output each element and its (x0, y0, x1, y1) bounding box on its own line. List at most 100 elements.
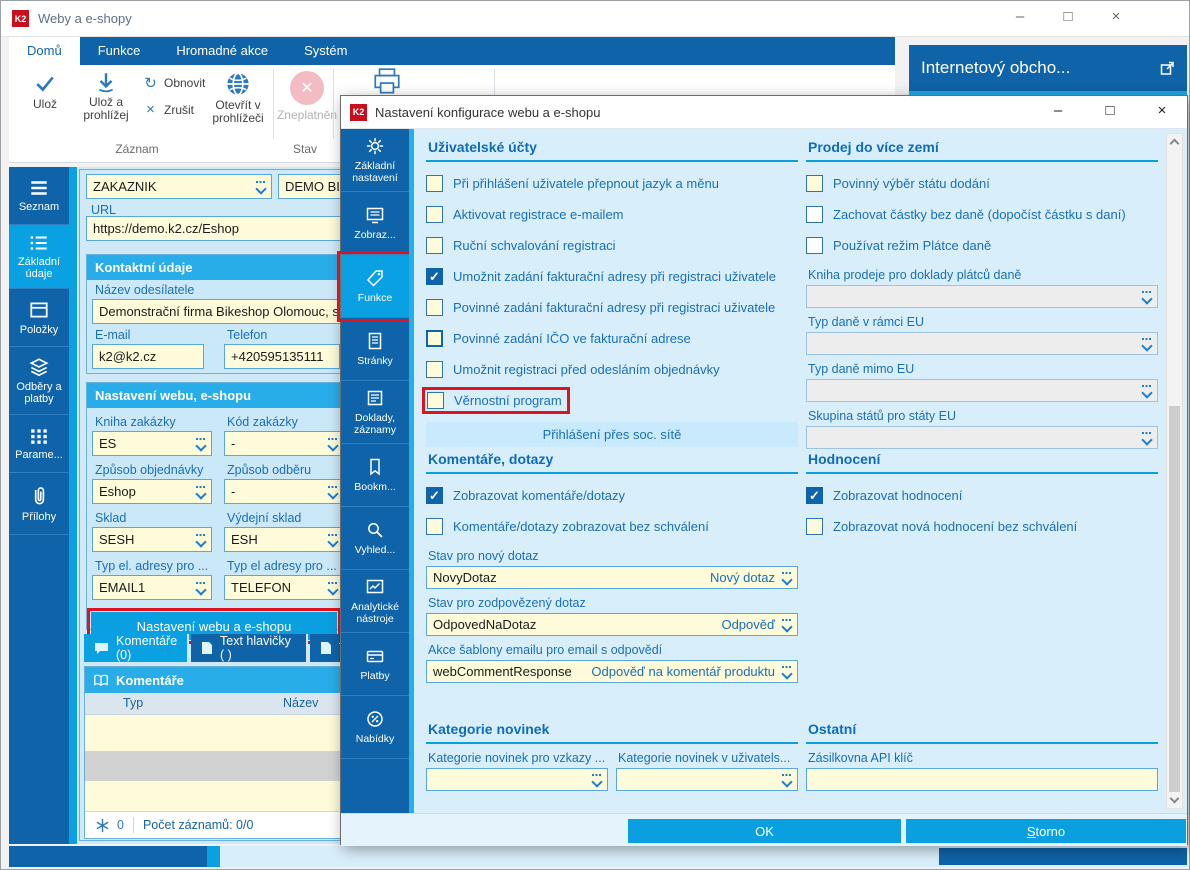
x-icon: × (146, 101, 155, 118)
tab-text-hlavicky[interactable]: Text hlavičky ( ) (191, 634, 308, 662)
status-bar-segment (9, 846, 207, 867)
sidebar-item-polozky[interactable]: Položky (9, 289, 69, 347)
checkbox-checked[interactable] (426, 487, 443, 504)
dialog-nav-vyhledavani[interactable]: Vyhled... (341, 507, 409, 570)
sidebar-item-seznam[interactable]: Seznam (9, 167, 69, 225)
save-and-view-button[interactable]: Ulož a prohlížej (77, 71, 135, 122)
checkbox-checked[interactable] (426, 268, 443, 285)
dropdown-icon[interactable] (590, 773, 603, 786)
dropdown-icon[interactable] (194, 581, 207, 594)
checkbox-checked[interactable] (806, 487, 823, 504)
dropdown-icon[interactable] (254, 180, 267, 193)
section-title: Prodej do více zemí (806, 135, 1158, 162)
checkbox[interactable] (426, 299, 443, 316)
close-button[interactable]: × (1105, 8, 1127, 25)
customer-combo[interactable]: ZAKAZNIK (86, 174, 272, 199)
arrow-down-icon (95, 71, 117, 93)
refresh-button[interactable]: ↻ Obnovit (143, 74, 205, 92)
dropdown-icon[interactable] (194, 533, 207, 546)
dropdown-icon[interactable] (326, 485, 339, 498)
scroll-up-arrow[interactable] (1168, 135, 1181, 149)
checkbox[interactable] (426, 361, 443, 378)
sidebar-item-parametry[interactable]: Parame... (9, 415, 69, 473)
dropdown-icon[interactable] (326, 581, 339, 594)
maximize-button[interactable]: □ (1057, 8, 1079, 25)
section-hodnoceni: Hodnocení Zobrazovat hodnocení Zobrazova… (806, 447, 1158, 542)
checkbox[interactable] (426, 518, 443, 535)
dropdown-icon[interactable] (1140, 337, 1153, 350)
dropdown-icon[interactable] (326, 533, 339, 546)
dialog-content: Uživatelské účty Při přihlášení uživatel… (414, 129, 1189, 813)
scroll-down-arrow[interactable] (1168, 793, 1181, 807)
storno-button[interactable]: Storno (906, 819, 1186, 843)
dialog-nav-funkce[interactable]: Funkce (337, 251, 413, 322)
save-button[interactable]: Ulož (17, 73, 73, 111)
tab-funkce[interactable]: Funkce (80, 37, 159, 65)
tab-komentare[interactable]: Komentáře (0) (84, 634, 189, 662)
cancel-button[interactable]: × Zrušit (143, 101, 194, 118)
dialog-nav-analyticke-nastroje[interactable]: Analytické nástroje (341, 570, 409, 633)
field-kategorie-uzivatelske: Kategorie novinek v uživatels... (616, 751, 798, 791)
ok-button[interactable]: OK (628, 819, 901, 843)
checkbox[interactable] (426, 237, 443, 254)
main-titlebar: K2 Weby a e-shopy – □ × (1, 1, 1189, 37)
tab-hromadne-akce[interactable]: Hromadné akce (158, 37, 286, 65)
field-skupina-statu: Skupina států pro státy EU (806, 409, 1158, 449)
checkbox-row: Zachovat částky bez daně (dopočíst částk… (806, 199, 1158, 230)
tab-system[interactable]: Systém (286, 37, 365, 65)
open-in-browser-button[interactable]: Otevřít v prohlížeči (207, 71, 269, 125)
external-link-icon[interactable] (1160, 61, 1175, 76)
email-field[interactable]: k2@k2.cz (92, 344, 204, 369)
refresh-icon: ↻ (144, 75, 157, 92)
dialog-nav-bookmarky[interactable]: Bookm... (341, 444, 409, 507)
payment-icon (365, 646, 385, 666)
dialog-title: Nastavení konfigurace webu a e-shopu (375, 104, 601, 120)
sidebar-item-prilohy[interactable]: Přílohy (9, 473, 69, 535)
dialog-nav-stranky[interactable]: Stránky (341, 318, 409, 381)
field-stav-novy-dotaz: Stav pro nový dotaz NovyDotaz Nový dotaz (426, 549, 798, 589)
dropdown-icon[interactable] (1140, 384, 1153, 397)
dialog-nav-platby[interactable]: Platby (341, 633, 409, 696)
social-login-button[interactable]: Přihlášení přes soc. sítě (426, 422, 798, 447)
side-panel-footer (939, 848, 1187, 865)
dropdown-icon[interactable] (194, 485, 207, 498)
checkbox[interactable] (806, 206, 823, 223)
checkbox-focused[interactable] (426, 330, 443, 347)
dropdown-icon[interactable] (780, 571, 793, 584)
checkbox-row: Umožnit registraci před odesláním objedn… (426, 354, 798, 385)
dialog-scrollbar[interactable] (1166, 133, 1183, 809)
maximize-button[interactable]: □ (1099, 102, 1121, 119)
checkbox[interactable] (806, 175, 823, 192)
dropdown-icon[interactable] (1140, 431, 1153, 444)
left-nav: Seznam Základní údaje Položky Odběry a p… (9, 167, 69, 844)
scrollbar-thumb[interactable] (1169, 406, 1180, 792)
print-button[interactable] (357, 67, 417, 97)
minimize-button[interactable]: – (1047, 102, 1069, 119)
field-zasilkovna-api: Zásilkovna API klíč (806, 751, 1158, 791)
sidebar-item-zakladni-udaje[interactable]: Základní údaje (9, 225, 69, 289)
document-icon (320, 641, 332, 655)
section-kategorie-novinek: Kategorie novinek Kategorie novinek pro … (426, 717, 798, 791)
dropdown-icon[interactable] (194, 437, 207, 450)
dialog-nav-nabidky[interactable]: Nabídky (341, 696, 409, 759)
dialog-nav-zakladni-nastaveni[interactable]: Základní nastavení (341, 129, 409, 192)
tab-domu[interactable]: Domů (9, 37, 80, 65)
checkbox[interactable] (806, 237, 823, 254)
minimize-button[interactable]: – (1009, 8, 1031, 25)
dialog-nav-zobrazeni[interactable]: Zobraz... (341, 192, 409, 255)
checkbox[interactable] (806, 518, 823, 535)
close-button[interactable]: × (1151, 102, 1173, 119)
dropdown-icon[interactable] (1140, 290, 1153, 303)
dropdown-icon[interactable] (780, 618, 793, 631)
dropdown-icon[interactable] (326, 437, 339, 450)
dropdown-icon[interactable] (780, 665, 793, 678)
section-ostatni: Ostatní Zásilkovna API klíč (806, 717, 1158, 791)
dialog-nav-doklady[interactable]: Doklady, záznamy (341, 381, 409, 444)
phone-field[interactable]: +420595135111 (224, 344, 340, 369)
checkbox[interactable] (426, 206, 443, 223)
sidebar-item-odbery-a-platby[interactable]: Odběry a platby (9, 347, 69, 415)
field-kategorie-vzkazy: Kategorie novinek pro vzkazy ... (426, 751, 608, 791)
checkbox[interactable] (426, 175, 443, 192)
dropdown-icon[interactable] (780, 773, 793, 786)
checkbox[interactable] (427, 392, 444, 409)
